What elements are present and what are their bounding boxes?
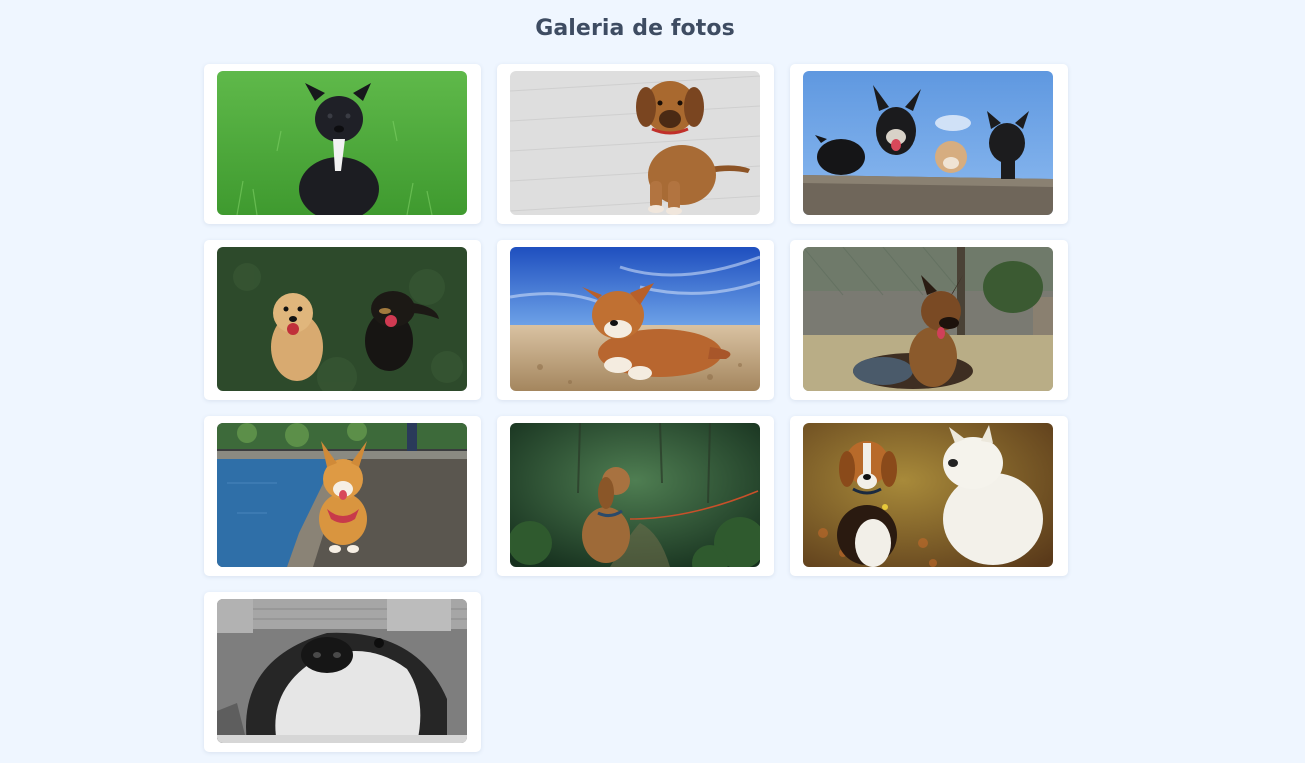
dog-photo[interactable]	[803, 423, 1053, 567]
dog-photo[interactable]	[217, 247, 467, 391]
dog-photo[interactable]	[510, 71, 760, 215]
gallery-card[interactable]	[204, 592, 481, 752]
dog-photo[interactable]	[510, 423, 760, 567]
gallery-card[interactable]	[790, 240, 1068, 400]
gallery-card[interactable]	[497, 240, 774, 400]
dog-photo[interactable]	[217, 71, 467, 215]
gallery-card[interactable]	[497, 416, 774, 576]
gallery-card[interactable]	[790, 64, 1068, 224]
gallery-card[interactable]	[204, 416, 481, 576]
gallery-card[interactable]	[204, 64, 481, 224]
gallery-card[interactable]	[790, 416, 1068, 576]
page-title: Galeria de fotos	[535, 16, 735, 41]
dog-photo[interactable]	[510, 247, 760, 391]
dog-photo[interactable]	[803, 247, 1053, 391]
dog-photo[interactable]	[217, 599, 467, 743]
photo-gallery	[204, 64, 1068, 752]
dog-photo[interactable]	[803, 71, 1053, 215]
gallery-card[interactable]	[204, 240, 481, 400]
gallery-card[interactable]	[497, 64, 774, 224]
dog-photo[interactable]	[217, 423, 467, 567]
